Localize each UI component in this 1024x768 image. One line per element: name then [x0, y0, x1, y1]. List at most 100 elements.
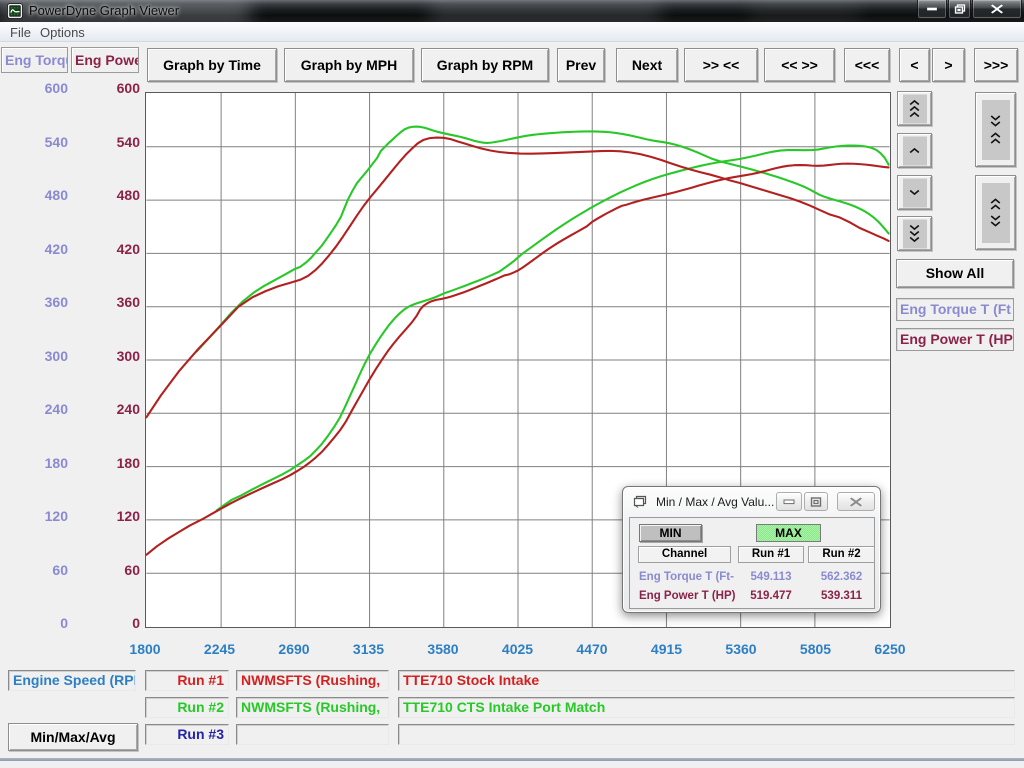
torque-tick-label: 120: [28, 508, 68, 524]
torque-tick-label: 300: [28, 348, 68, 364]
run-desc-box[interactable]: [398, 724, 1015, 745]
chevron-down-icon: [903, 178, 927, 207]
menu-options[interactable]: Options: [34, 24, 91, 41]
column-header-run1: Run #1: [738, 546, 804, 563]
minmax-restore-icon: [810, 496, 822, 507]
prev-button[interactable]: Prev: [557, 48, 605, 82]
scale-down-button[interactable]: [897, 175, 932, 210]
minmax-row-value: 549.113: [738, 571, 804, 583]
run-file-box[interactable]: NWMSFTS (Rushing,: [236, 697, 389, 718]
zoom-in-x-button[interactable]: >> <<: [684, 48, 758, 82]
max-toggle-button[interactable]: MAX: [756, 524, 821, 542]
torque-tick-label: 0: [28, 615, 68, 631]
torque-tick-label: 480: [28, 187, 68, 203]
rpm-tick-label: 1800: [115, 641, 175, 657]
window-title: PowerDyne Graph Viewer: [29, 3, 179, 18]
compress-vertical-button[interactable]: [975, 92, 1016, 167]
rpm-tick-label: 5805: [786, 641, 846, 657]
minmax-restore-button[interactable]: [804, 492, 828, 511]
triple-chevron-down-icon: [903, 219, 927, 248]
rpm-tick-label: 5360: [711, 641, 771, 657]
rpm-tick-label: 4915: [637, 641, 697, 657]
scroll-left-fast-button[interactable]: <<<: [844, 48, 890, 82]
rpm-tick-label: 4470: [562, 641, 622, 657]
close-button[interactable]: [972, 0, 1022, 19]
next-button[interactable]: Next: [616, 48, 678, 82]
rpm-tick-label: 4025: [488, 641, 548, 657]
titlebar-glass-smudge: [750, 0, 860, 22]
title-bar: PowerDyne Graph Viewer: [0, 0, 1024, 22]
chevrons-outward-icon: [982, 183, 1010, 243]
minmax-minimize-button[interactable]: [776, 492, 802, 511]
power-tick-label: 480: [100, 187, 140, 203]
run-label-box[interactable]: Run #2: [145, 697, 229, 718]
minmax-row-channel: Eng Torque T (Ft-: [639, 571, 734, 583]
column-header-channel: Channel: [638, 546, 731, 563]
power-tick-label: 0: [100, 615, 140, 631]
power-tick-label: 240: [100, 401, 140, 417]
rpm-tick-label: 6250: [860, 641, 920, 657]
graph-by-time-button[interactable]: Graph by Time: [147, 48, 277, 82]
run-file-box[interactable]: [236, 724, 389, 745]
minmax-close-button[interactable]: [837, 492, 875, 511]
minmaxavg-button[interactable]: Min/Max/Avg: [8, 723, 138, 751]
torque-tick-label: 60: [28, 562, 68, 578]
torque-tick-label: 600: [28, 80, 68, 96]
run-label-box[interactable]: Run #3: [145, 724, 229, 745]
titlebar-glass-smudge: [430, 0, 660, 22]
run-label-box[interactable]: Run #1: [145, 670, 229, 691]
legend-torque[interactable]: Eng Torque T (Ft: [896, 298, 1014, 321]
scroll-left-button[interactable]: <: [899, 48, 930, 82]
minimize-button[interactable]: [917, 0, 947, 19]
torque-tick-label: 240: [28, 401, 68, 417]
power-tick-label: 360: [100, 294, 140, 310]
show-all-button[interactable]: Show All: [896, 259, 1014, 288]
menu-bar: File Options: [0, 22, 1024, 42]
power-tick-label: 300: [100, 348, 140, 364]
window-bottom-border: [0, 758, 1024, 761]
power-tick-label: 600: [100, 80, 140, 96]
expand-vertical-button[interactable]: [975, 175, 1016, 250]
power-tick-label: 420: [100, 241, 140, 257]
torque-tick-label: 420: [28, 241, 68, 257]
power-axis-tab[interactable]: Eng Power T (HP: [71, 47, 139, 73]
scale-down-fast-button[interactable]: [897, 216, 932, 251]
scale-up-fast-button[interactable]: [897, 91, 932, 126]
graph-by-mph-button[interactable]: Graph by MPH: [284, 48, 414, 82]
column-header-run2: Run #2: [808, 546, 875, 563]
menu-file[interactable]: File: [4, 24, 37, 41]
power-tick-label: 180: [100, 455, 140, 471]
torque-axis-tab[interactable]: Eng Torque T (Ft-: [1, 47, 68, 73]
rpm-tick-label: 2690: [264, 641, 324, 657]
legend-power[interactable]: Eng Power T (HP: [896, 328, 1014, 351]
minmax-row-value: 539.311: [808, 590, 875, 602]
restore-icon: [954, 4, 966, 15]
torque-tick-label: 540: [28, 134, 68, 150]
close-icon: [991, 4, 1004, 15]
minmax-window[interactable]: Min / Max / Avg Valu... MIN MAX Channel …: [622, 486, 881, 613]
minimize-icon: [926, 7, 938, 12]
graph-by-rpm-button[interactable]: Graph by RPM: [421, 48, 549, 82]
minmax-window-title: Min / Max / Avg Valu...: [656, 495, 774, 509]
minmax-close-icon: [850, 496, 863, 507]
rpm-tick-label: 2245: [190, 641, 250, 657]
minmax-minimize-icon: [783, 499, 795, 505]
zoom-out-x-button[interactable]: << >>: [764, 48, 835, 82]
run-desc-box[interactable]: TTE710 Stock Intake: [398, 670, 1015, 691]
chevrons-inward-icon: [982, 100, 1010, 160]
maximize-button[interactable]: [948, 0, 971, 19]
scale-up-button[interactable]: [897, 133, 932, 168]
min-toggle-button[interactable]: MIN: [639, 524, 702, 542]
power-tick-label: 60: [100, 562, 140, 578]
scroll-right-button[interactable]: >: [932, 48, 965, 82]
chevron-up-icon: [903, 136, 927, 165]
torque-tick-label: 180: [28, 455, 68, 471]
run-file-box[interactable]: NWMSFTS (Rushing,: [236, 670, 389, 691]
rpm-tick-label: 3580: [413, 641, 473, 657]
scroll-right-fast-button[interactable]: >>>: [974, 48, 1018, 82]
minmax-window-icon: [633, 495, 648, 509]
app-icon: [7, 3, 23, 19]
x-channel-box[interactable]: Engine Speed (RPM): [8, 670, 136, 691]
run-desc-box[interactable]: TTE710 CTS Intake Port Match: [398, 697, 1015, 718]
triple-chevron-up-icon: [903, 94, 927, 123]
